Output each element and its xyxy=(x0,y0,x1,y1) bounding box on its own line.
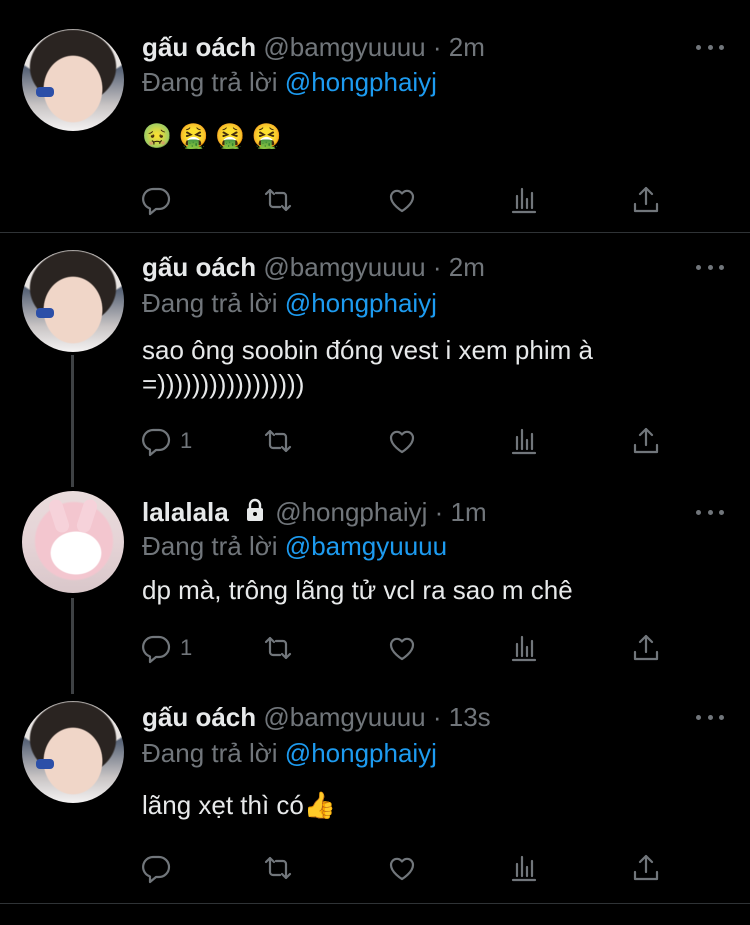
reply-icon xyxy=(142,855,171,884)
share-button[interactable] xyxy=(630,182,662,218)
share-button[interactable] xyxy=(630,630,662,666)
reply-count: 1 xyxy=(180,635,193,660)
reply-icon xyxy=(142,187,171,216)
analytics-button[interactable] xyxy=(508,182,540,218)
reply-prefix: Đang trả lời xyxy=(142,531,278,561)
share-icon xyxy=(633,854,659,881)
avatar[interactable] xyxy=(22,29,124,131)
mention-link[interactable]: @hongphaiyj xyxy=(285,67,437,97)
divider xyxy=(0,903,750,904)
display-name[interactable]: gấu oách xyxy=(142,702,256,732)
tweet[interactable]: lalalala @hongphaiyj · 1m Đang trả lời @… xyxy=(0,478,750,688)
reply-button[interactable] xyxy=(140,182,180,218)
like-button[interactable] xyxy=(386,630,418,666)
retweet-icon xyxy=(264,856,292,880)
tweet[interactable]: gấu oách @bamgyuuuu · 13s Đang trả lời @… xyxy=(0,688,750,903)
avatar[interactable] xyxy=(22,701,124,803)
share-button[interactable] xyxy=(630,423,662,459)
tweet-text-line: sao ông soobin đóng vest i xem phim à xyxy=(142,335,593,365)
reply-button[interactable] xyxy=(140,850,180,886)
action-bar: 1 xyxy=(140,630,670,666)
analytics-icon xyxy=(511,855,537,882)
share-icon xyxy=(633,634,659,661)
retweet-button[interactable] xyxy=(262,182,294,218)
separator: · xyxy=(425,702,449,732)
reply-prefix: Đang trả lời xyxy=(142,67,278,97)
more-options-icon[interactable] xyxy=(696,262,724,272)
share-button[interactable] xyxy=(630,850,662,886)
reply-prefix: Đang trả lời xyxy=(142,738,278,768)
retweet-icon xyxy=(264,429,292,453)
display-name[interactable]: gấu oách xyxy=(142,32,256,62)
reply-button[interactable]: 1 xyxy=(140,630,192,666)
tweet-text: 🤢 🤮 🤮 🤮 xyxy=(142,123,282,150)
handle[interactable]: @hongphaiyj xyxy=(275,497,427,527)
share-icon xyxy=(633,427,659,454)
avatar[interactable] xyxy=(22,491,124,593)
handle[interactable]: @bamgyuuuu xyxy=(263,32,425,62)
like-button[interactable] xyxy=(386,182,418,218)
timestamp[interactable]: 2m xyxy=(449,252,485,282)
timestamp[interactable]: 1m xyxy=(450,497,486,527)
mention-link[interactable]: @hongphaiyj xyxy=(285,738,437,768)
timestamp[interactable]: 13s xyxy=(449,702,491,732)
display-name[interactable]: gấu oách xyxy=(142,252,256,282)
like-button[interactable] xyxy=(386,850,418,886)
analytics-button[interactable] xyxy=(508,850,540,886)
separator: · xyxy=(427,497,451,527)
more-options-icon[interactable] xyxy=(696,507,724,517)
tweet-text-line: =))))))))))))))))) xyxy=(142,369,305,399)
reply-prefix: Đang trả lời xyxy=(142,288,278,318)
like-icon xyxy=(389,637,415,661)
handle[interactable]: @bamgyuuuu xyxy=(263,702,425,732)
retweet-icon xyxy=(264,636,292,660)
tweet-text: dp mà, trông lãng tử vcl ra sao m chê xyxy=(142,575,573,605)
like-icon xyxy=(389,189,415,213)
tweet[interactable]: gấu oách @bamgyuuuu · 2m Đang trả lời @h… xyxy=(0,0,750,232)
analytics-icon xyxy=(511,635,537,662)
analytics-icon xyxy=(511,187,537,214)
separator: · xyxy=(425,32,449,62)
display-name[interactable]: lalalala xyxy=(142,497,229,527)
more-options-icon[interactable] xyxy=(696,712,724,722)
timestamp[interactable]: 2m xyxy=(449,32,485,62)
action-bar xyxy=(140,182,670,218)
reply-count: 1 xyxy=(180,428,193,453)
like-icon xyxy=(389,857,415,881)
retweet-icon xyxy=(264,188,292,212)
reply-icon xyxy=(142,428,171,457)
reply-button[interactable]: 1 xyxy=(140,423,192,459)
retweet-button[interactable] xyxy=(262,850,294,886)
share-icon xyxy=(633,186,659,213)
more-options-icon[interactable] xyxy=(696,42,724,52)
analytics-icon xyxy=(511,428,537,455)
retweet-button[interactable] xyxy=(262,423,294,459)
analytics-button[interactable] xyxy=(508,423,540,459)
mention-link[interactable]: @bamgyuuuu xyxy=(285,531,447,561)
avatar[interactable] xyxy=(22,250,124,352)
handle[interactable]: @bamgyuuuu xyxy=(263,252,425,282)
lock-icon xyxy=(246,498,263,521)
analytics-button[interactable] xyxy=(508,630,540,666)
mention-link[interactable]: @hongphaiyj xyxy=(285,288,437,318)
action-bar xyxy=(140,850,670,886)
separator: · xyxy=(425,252,449,282)
action-bar: 1 xyxy=(140,423,670,459)
like-icon xyxy=(389,430,415,454)
tweet-text: lãng xẹt thì có👍 xyxy=(142,790,337,820)
tweet-text: sao ông soobin đóng vest i xem phim à =)… xyxy=(142,333,593,401)
tweet[interactable]: gấu oách @bamgyuuuu · 2m Đang trả lời @h… xyxy=(0,233,750,478)
like-button[interactable] xyxy=(386,423,418,459)
reply-icon xyxy=(142,635,171,664)
retweet-button[interactable] xyxy=(262,630,294,666)
